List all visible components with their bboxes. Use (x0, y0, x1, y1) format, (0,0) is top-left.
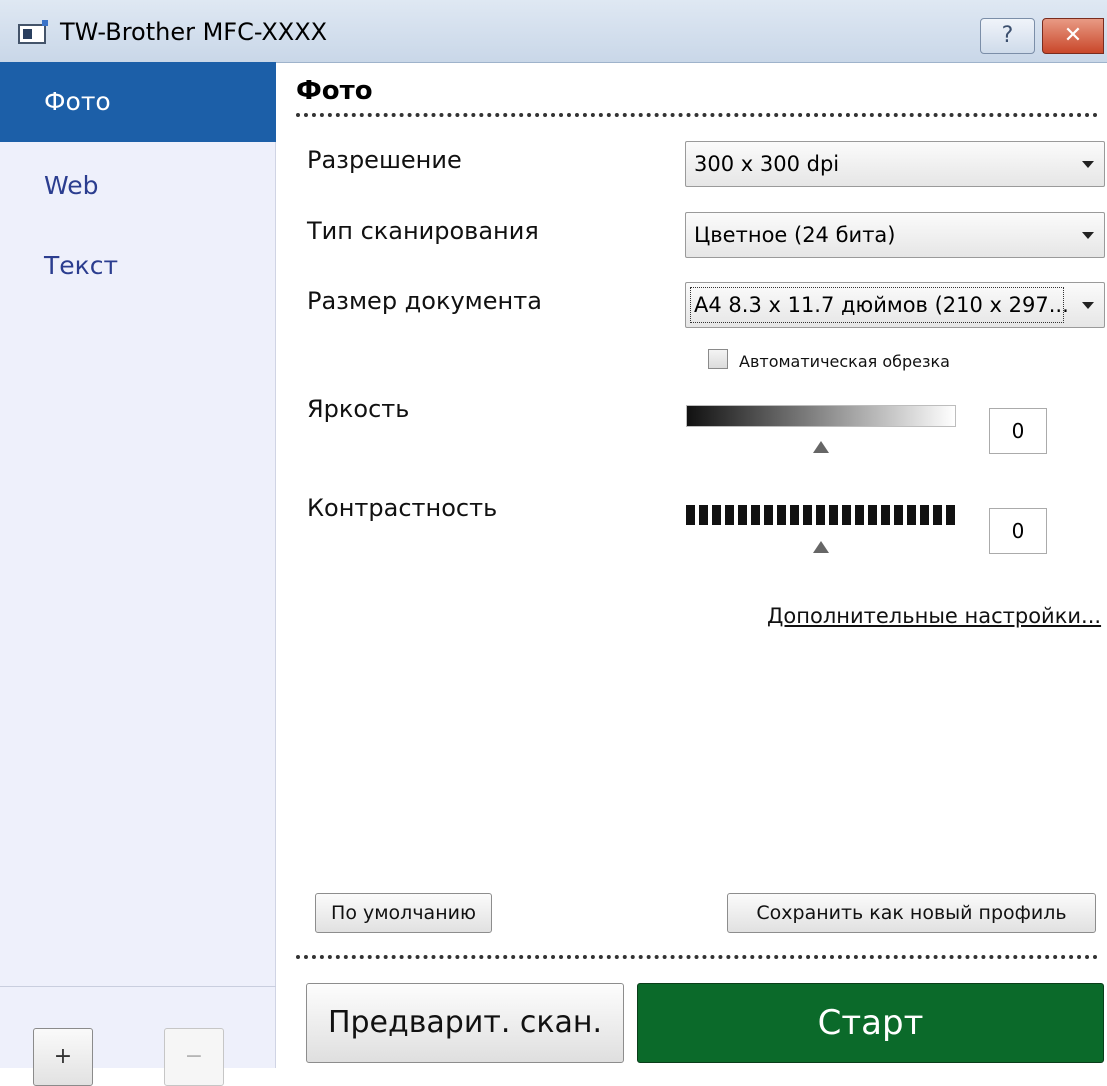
scanner-dialog: TW-Brother MFC-XXXX ? ✕ Фото Web Текст +… (0, 0, 1107, 1086)
sidebar-item-text[interactable]: Текст (0, 226, 276, 306)
help-button[interactable]: ? (980, 18, 1035, 54)
brightness-slider-track[interactable] (686, 405, 956, 427)
scan-type-select[interactable]: Цветное (24 бита) (685, 212, 1105, 258)
footer-divider (296, 955, 1098, 959)
sidebar-item-photo[interactable]: Фото (0, 62, 276, 142)
title-bar: TW-Brother MFC-XXXX ? ✕ (0, 0, 1107, 63)
contrast-slider-track[interactable] (686, 505, 956, 525)
contrast-label: Контрастность (307, 494, 498, 522)
document-size-select[interactable]: А4 8.3 x 11.7 дюймов (210 x 297... (685, 282, 1105, 328)
default-button[interactable]: По умолчанию (315, 893, 492, 933)
close-button[interactable]: ✕ (1042, 18, 1104, 54)
brightness-slider-thumb[interactable] (813, 441, 829, 453)
window-title: TW-Brother MFC-XXXX (60, 18, 328, 46)
document-size-label: Размер документа (307, 287, 542, 315)
resolution-value: 300 x 300 dpi (694, 152, 840, 176)
profile-sidebar: Фото Web Текст + − (0, 62, 276, 1086)
brightness-label: Яркость (307, 395, 410, 423)
section-title: Фото (296, 76, 373, 106)
save-profile-button[interactable]: Сохранить как новый профиль (727, 893, 1096, 933)
auto-crop-checkbox[interactable] (708, 349, 728, 369)
brightness-value-input[interactable]: 0 (989, 408, 1047, 454)
scan-type-value: Цветное (24 бита) (694, 223, 896, 247)
add-profile-button[interactable]: + (33, 1028, 93, 1086)
chevron-down-icon (1082, 161, 1094, 168)
chevron-down-icon (1082, 232, 1094, 239)
start-button[interactable]: Старт (637, 983, 1104, 1063)
preview-scan-button[interactable]: Предварит. скан. (306, 983, 624, 1063)
contrast-value-input[interactable]: 0 (989, 508, 1047, 554)
contrast-slider-thumb[interactable] (813, 541, 829, 553)
resolution-select[interactable]: 300 x 300 dpi (685, 141, 1105, 187)
advanced-settings-link[interactable]: Дополнительные настройки... (767, 604, 1101, 628)
chevron-down-icon (1082, 302, 1094, 309)
section-divider (296, 113, 1098, 117)
remove-profile-button[interactable]: − (164, 1028, 224, 1086)
sidebar-item-web[interactable]: Web (0, 146, 276, 226)
sidebar-divider (0, 986, 276, 987)
app-window-icon (18, 20, 48, 44)
auto-crop-label: Автоматическая обрезка (739, 352, 950, 371)
scan-type-label: Тип сканирования (307, 217, 539, 245)
focus-rectangle (690, 287, 1064, 323)
resolution-label: Разрешение (307, 146, 462, 174)
